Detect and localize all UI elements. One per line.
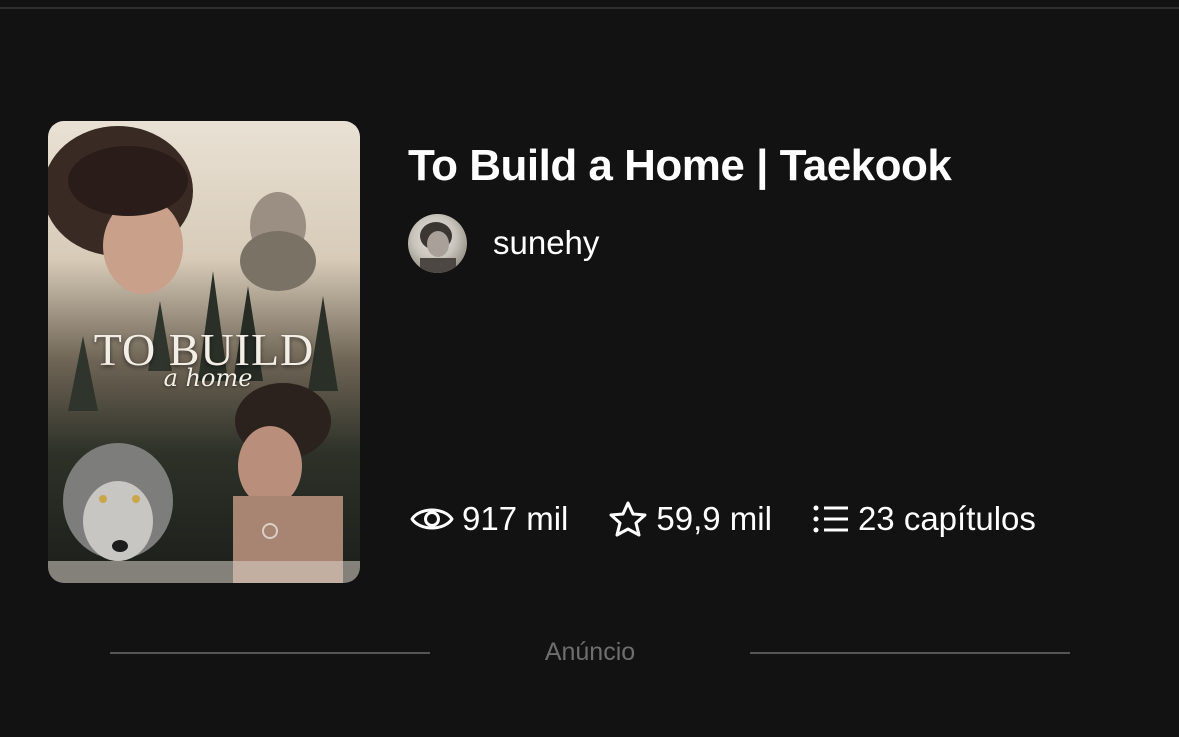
- ad-separator: Anúncio: [110, 636, 1070, 670]
- story-cover[interactable]: TO BUILD a home: [48, 121, 360, 583]
- top-divider: [0, 7, 1179, 9]
- story-stats: 917 mil 59,9 mil 23 capítulos: [410, 496, 1076, 542]
- cover-subtitle: a home: [163, 364, 253, 392]
- votes-stat: 59,9 mil: [608, 500, 772, 538]
- ad-divider-right: [750, 652, 1070, 654]
- reads-stat: 917 mil: [410, 500, 568, 538]
- chapters-stat: 23 capítulos: [812, 500, 1036, 538]
- author-name[interactable]: sunehy: [493, 224, 599, 262]
- story-title: To Build a Home | Taekook: [408, 141, 952, 190]
- star-icon: [608, 500, 648, 538]
- chapters-count: 23 capítulos: [857, 500, 1036, 537]
- list-icon: [812, 504, 850, 534]
- author-avatar[interactable]: [408, 213, 467, 273]
- eye-icon: [410, 504, 454, 534]
- votes-count: 59,9 mil: [656, 500, 772, 537]
- reads-count: 917 mil: [462, 500, 569, 537]
- author-row[interactable]: sunehy: [408, 213, 599, 273]
